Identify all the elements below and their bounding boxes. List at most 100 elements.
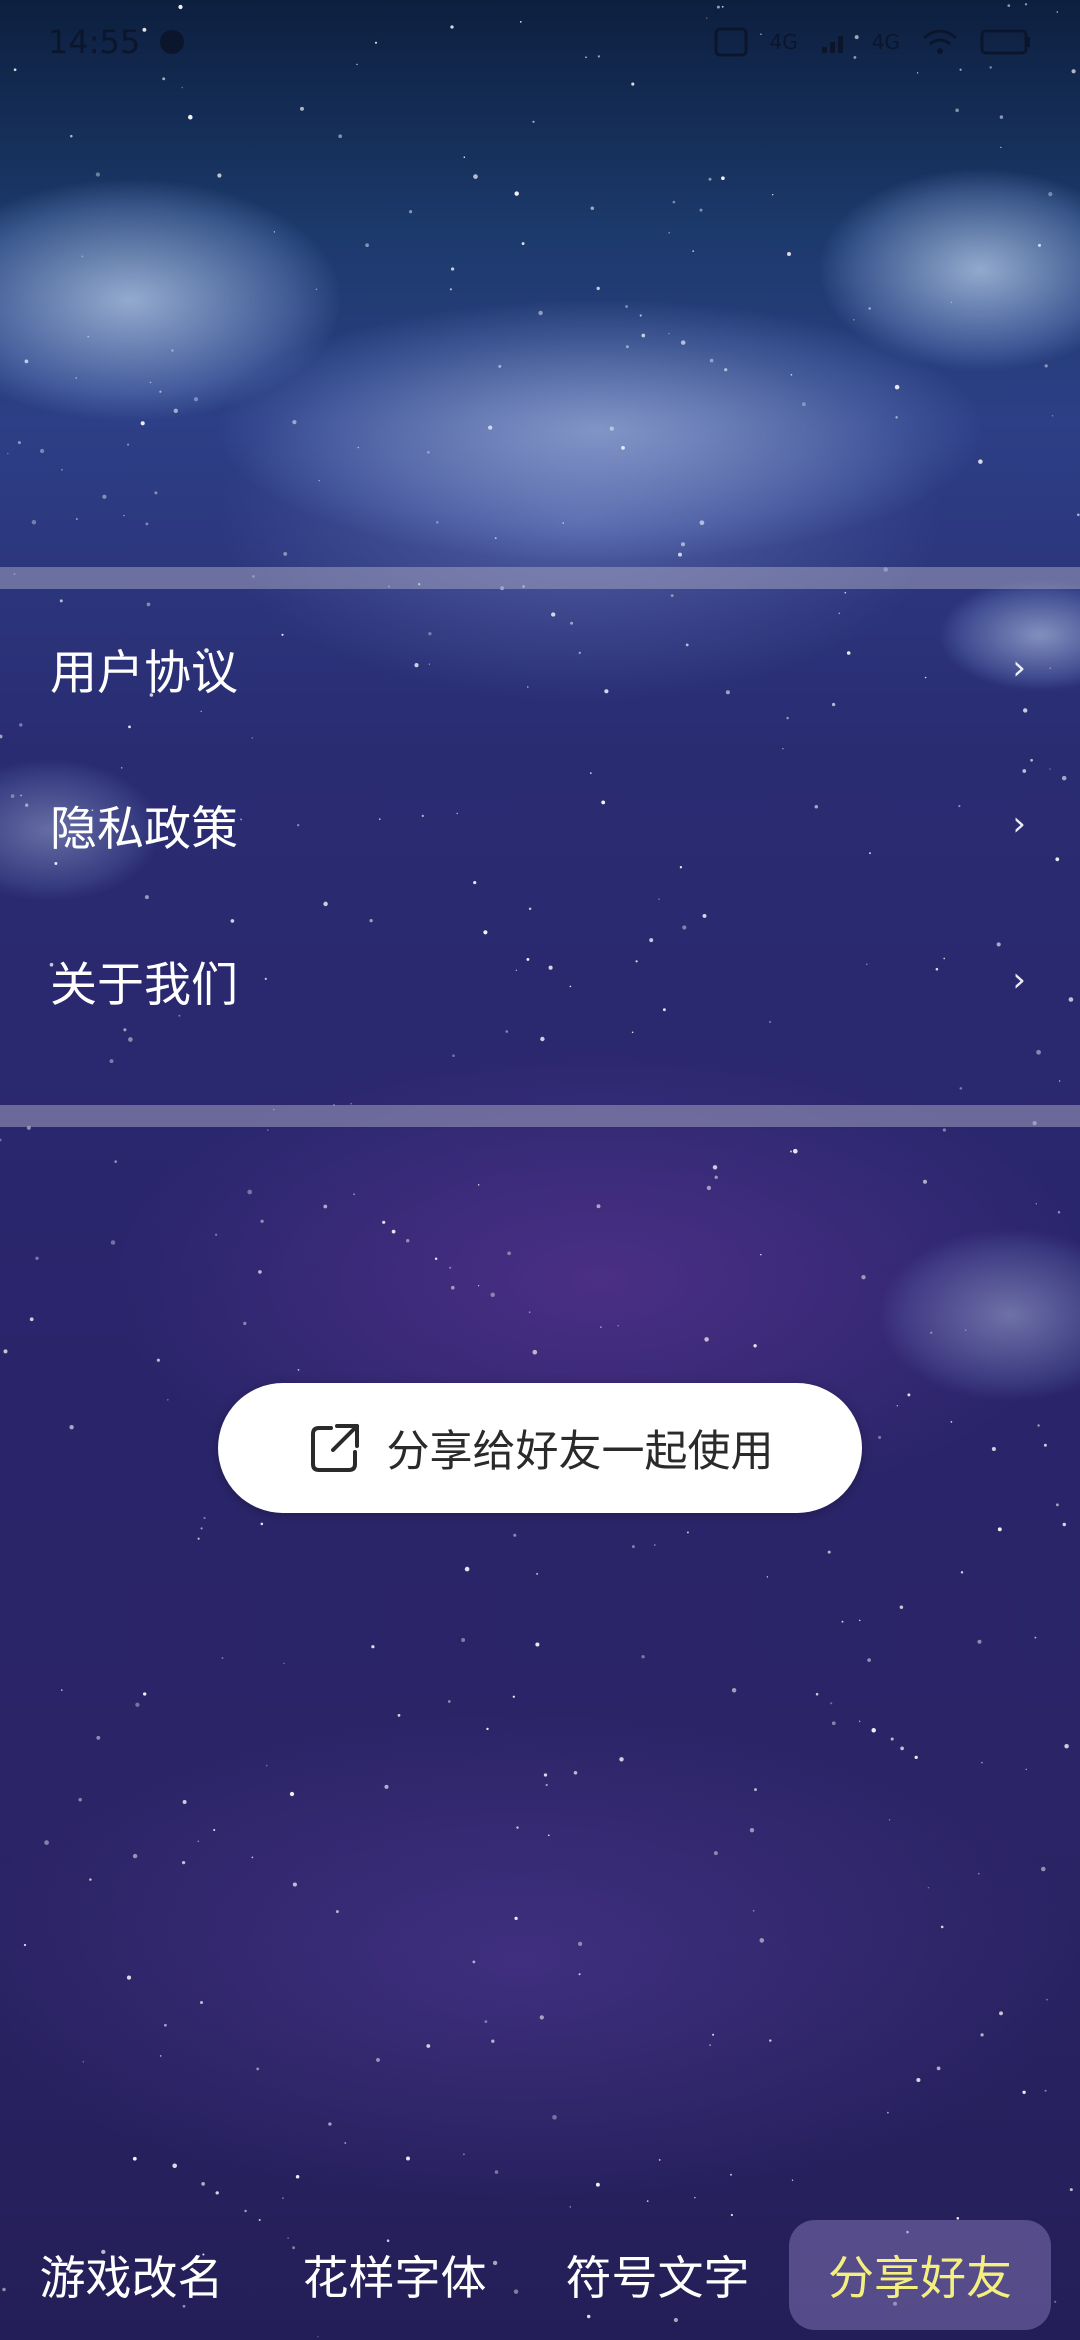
star-dot bbox=[532, 120, 535, 123]
star-dot bbox=[109, 1059, 114, 1064]
star-dot bbox=[60, 1689, 63, 1691]
star-dot bbox=[668, 231, 670, 234]
share-with-friends-button[interactable]: 分享给好友一起使用 bbox=[218, 1383, 862, 1513]
star-dot bbox=[749, 1828, 755, 1833]
nav-tab-share-friends[interactable]: 分享好友 bbox=[789, 2220, 1051, 2330]
star-dot bbox=[1044, 2089, 1047, 2092]
share-button-label: 分享给好友一起使用 bbox=[386, 1427, 774, 1477]
star-dot bbox=[1058, 1080, 1061, 1082]
star-dot bbox=[771, 193, 774, 196]
star-dot bbox=[978, 1873, 980, 1875]
star-dot bbox=[217, 173, 222, 178]
menu-item-label: 用户协议 bbox=[50, 645, 238, 701]
star-dot bbox=[577, 1941, 583, 1947]
star-dot bbox=[353, 1193, 355, 1195]
star-dot bbox=[473, 174, 478, 179]
star-dot bbox=[927, 1886, 930, 1889]
star-dot bbox=[96, 1735, 101, 1740]
star-dot bbox=[188, 114, 193, 120]
star-dot bbox=[17, 441, 21, 445]
nav-tab-fancy-fonts[interactable]: 花样字体 bbox=[263, 2220, 526, 2330]
nav-tab-game-rename[interactable]: 游戏改名 bbox=[0, 2220, 263, 2330]
star-dot bbox=[472, 1960, 476, 1964]
chevron-right-icon: › bbox=[1012, 648, 1026, 688]
star-dot bbox=[730, 2173, 732, 2176]
cloud-decoration bbox=[880, 1230, 1080, 1400]
star-dot bbox=[82, 2060, 85, 2063]
star-dot bbox=[70, 134, 73, 138]
star-dot bbox=[712, 2033, 715, 2036]
star-dot bbox=[759, 1938, 765, 1943]
star-dot bbox=[708, 177, 712, 181]
star-dot bbox=[300, 106, 304, 111]
star-dot bbox=[338, 134, 343, 139]
star-dot bbox=[552, 2114, 557, 2120]
star-dot bbox=[1062, 1522, 1067, 1527]
star-dot bbox=[145, 522, 149, 526]
star-dot bbox=[265, 1764, 268, 1767]
star-dot bbox=[978, 459, 983, 464]
menu-item-about-us[interactable]: 关于我们 › bbox=[0, 902, 1080, 1058]
star-dot bbox=[536, 1572, 539, 1575]
star-dot bbox=[78, 1797, 82, 1802]
star-dot bbox=[44, 1840, 49, 1845]
star-dot bbox=[114, 1160, 118, 1163]
star-dot bbox=[1057, 1210, 1061, 1214]
star-dot bbox=[760, 1253, 762, 1256]
star-dot bbox=[721, 176, 725, 181]
star-dot bbox=[1035, 1203, 1037, 1205]
star-dot bbox=[76, 518, 78, 520]
star-dot bbox=[714, 1175, 718, 1180]
nav-tab-symbol-text[interactable]: 符号文字 bbox=[526, 2220, 789, 2330]
star-dot bbox=[936, 2066, 941, 2071]
star-dot bbox=[297, 1369, 300, 1371]
star-dot bbox=[167, 1399, 169, 1401]
menu-item-privacy-policy[interactable]: 隐私政策 › bbox=[0, 746, 1080, 902]
star-dot bbox=[1041, 1866, 1046, 1872]
star-dot bbox=[914, 1755, 918, 1760]
star-dot bbox=[686, 1531, 689, 1534]
star-dot bbox=[182, 1800, 187, 1804]
star-dot bbox=[221, 1657, 224, 1659]
star-dot bbox=[658, 2158, 661, 2161]
star-dot bbox=[890, 1737, 894, 1741]
star-dot bbox=[617, 1325, 619, 1327]
star-dot bbox=[463, 156, 466, 158]
star-dot bbox=[490, 1292, 495, 1298]
star-dot bbox=[516, 1826, 519, 1829]
star-dot bbox=[704, 1337, 709, 1342]
star-dot bbox=[507, 1251, 511, 1256]
menu-item-user-agreement[interactable]: 用户协议 › bbox=[0, 590, 1080, 746]
star-dot bbox=[0, 1138, 2, 1142]
star-dot bbox=[769, 2039, 772, 2042]
star-dot bbox=[578, 1973, 581, 1976]
star-dot bbox=[292, 1882, 297, 1887]
star-dot bbox=[753, 1344, 757, 1348]
star-dot bbox=[878, 1435, 882, 1439]
star-dot bbox=[203, 1517, 206, 1520]
star-dot bbox=[463, 2153, 465, 2156]
network-label-1: 4G bbox=[769, 30, 798, 54]
star-dot bbox=[694, 2196, 696, 2199]
star-dot bbox=[267, 1129, 269, 1131]
star-dot bbox=[102, 494, 107, 499]
menu-item-label: 关于我们 bbox=[50, 957, 238, 1013]
star-dot bbox=[397, 1714, 401, 1717]
star-dot bbox=[384, 1784, 389, 1789]
chevron-right-icon: › bbox=[1012, 804, 1026, 844]
star-dot bbox=[282, 2197, 284, 2199]
star-dot bbox=[766, 1576, 769, 1578]
star-dot bbox=[449, 1266, 452, 1269]
star-dot bbox=[323, 1204, 328, 1209]
app-root: 14:55 4G 4G 用户协议 › 隐私政策 › 关于我们 › 分享给好友一起… bbox=[0, 0, 1080, 2340]
star-dot bbox=[521, 242, 525, 246]
star-dot bbox=[295, 2175, 300, 2179]
star-dot bbox=[543, 1773, 548, 1777]
star-dot bbox=[200, 1527, 203, 1530]
star-dot bbox=[991, 1446, 996, 1452]
star-dot bbox=[434, 1257, 438, 1260]
star-dot bbox=[1064, 1743, 1069, 1749]
star-dot bbox=[1000, 146, 1002, 149]
bottom-navigation: 游戏改名 花样字体 符号文字 分享好友 bbox=[0, 2210, 1080, 2340]
star-dot bbox=[545, 1783, 548, 1787]
